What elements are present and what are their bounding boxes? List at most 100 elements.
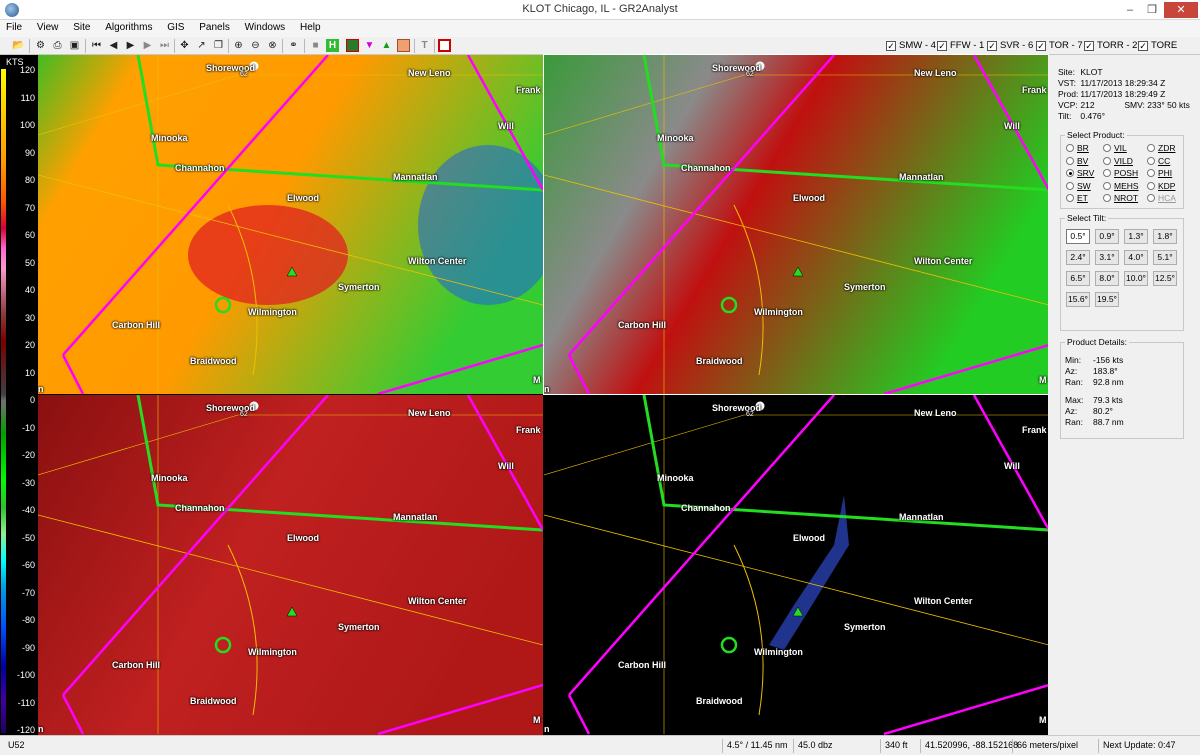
product-radio-nrot[interactable]: NROT (1103, 193, 1138, 203)
product-radio-vild[interactable]: VILD (1103, 156, 1133, 166)
hail-icon[interactable]: ▼ (363, 39, 376, 52)
warning-toggle-torr[interactable]: ✓ TORR - 2 (1084, 40, 1137, 51)
tilt-button[interactable]: 0.9° (1095, 229, 1119, 244)
legend-tick-label: -120 (16, 725, 35, 735)
text-tool-icon[interactable]: T (418, 39, 431, 52)
product-radio-br[interactable]: BR (1066, 143, 1089, 153)
stop-icon[interactable]: ■ (309, 39, 322, 52)
menu-help[interactable]: Help (294, 20, 327, 35)
radio-icon[interactable] (1103, 156, 1111, 165)
checkbox-icon[interactable]: ✓ (937, 41, 947, 51)
radio-icon[interactable] (1103, 169, 1111, 177)
mesocyclone-icon[interactable] (346, 39, 359, 52)
product-radio-srv[interactable]: SRV (1066, 168, 1094, 178)
tilt-button[interactable]: 10.0° (1124, 271, 1148, 286)
tilt-button[interactable]: 5.1° (1153, 250, 1177, 265)
checkbox-icon[interactable]: ✓ (987, 41, 997, 51)
tilt-button[interactable]: 2.4° (1066, 250, 1090, 265)
zoom-in-icon[interactable]: ⊕ (232, 39, 245, 52)
checkbox-icon[interactable]: ✓ (1138, 41, 1148, 51)
radar-panel-top-left[interactable]: Shorewood New Leno Frank Will Minooka Channah… (38, 55, 543, 394)
radio-icon[interactable] (1066, 144, 1074, 152)
menu-view[interactable]: View (31, 20, 65, 35)
tilt-button[interactable]: 19.5° (1095, 292, 1119, 307)
radio-icon[interactable] (1066, 156, 1074, 165)
tilt-button[interactable]: 1.3° (1124, 229, 1148, 244)
close-button[interactable]: ✕ (1164, 2, 1198, 18)
radio-icon[interactable] (1147, 181, 1155, 190)
product-radio-vil[interactable]: VIL (1103, 143, 1127, 153)
measure-icon[interactable]: ↗ (195, 39, 208, 52)
open-icon[interactable]: 📂 (12, 39, 25, 52)
tilt-button[interactable]: 15.6° (1066, 292, 1090, 307)
town-label-new-lenox: New Leno (408, 68, 451, 78)
town-label-frankfort: Frank (516, 425, 541, 435)
hodograph-icon[interactable]: H (326, 39, 339, 52)
storm-track-icon[interactable] (397, 39, 410, 52)
radio-icon[interactable] (1147, 156, 1155, 165)
play-icon[interactable]: ▶ (124, 39, 137, 52)
product-radio-et[interactable]: ET (1066, 193, 1088, 203)
radar-panel-bottom-right[interactable]: Shorewood New Leno Frank Will Minooka Channah… (544, 395, 1048, 735)
zoom-reset-icon[interactable]: ⊗ (266, 39, 279, 52)
product-radio-zdr[interactable]: ZDR (1147, 143, 1175, 153)
radar-panel-top-right[interactable]: Shorewood New Leno Frank Will Minooka Channah… (543, 54, 1049, 395)
next-frame-icon[interactable]: ▶ (141, 39, 154, 52)
tvs-icon[interactable]: ▲ (380, 39, 393, 52)
save-image-icon[interactable]: ▣ (68, 39, 81, 52)
tilt-button[interactable]: 3.1° (1095, 250, 1119, 265)
tilt-button[interactable]: 6.5° (1066, 271, 1090, 286)
tilt-button[interactable]: 12.5° (1153, 271, 1177, 286)
radar-panel-bottom-left[interactable]: Shorewood New Leno Frank Will Minooka Channah… (38, 395, 543, 735)
tilt-button[interactable]: 1.8° (1153, 229, 1177, 244)
radio-icon[interactable] (1103, 194, 1111, 202)
zoom-out-icon[interactable]: ⊖ (249, 39, 262, 52)
radio-icon[interactable] (1147, 169, 1155, 177)
radio-icon[interactable] (1066, 169, 1074, 177)
tilt-button[interactable]: 0.5° (1066, 229, 1090, 244)
menu-windows[interactable]: Windows (239, 20, 292, 35)
print-icon[interactable]: ⎙ (51, 39, 64, 52)
checkbox-icon[interactable]: ✓ (886, 41, 896, 51)
record-icon[interactable] (438, 39, 451, 52)
warning-toggle-tor[interactable]: ✓ TOR - 7 (1036, 40, 1083, 51)
radio-icon[interactable] (1103, 144, 1111, 152)
radar-panels[interactable]: Shorewood New Leno Frank Will Minooka Channah… (38, 54, 1049, 735)
menu-site[interactable]: Site (67, 20, 96, 35)
menu-algorithms[interactable]: Algorithms (99, 20, 158, 35)
product-radio-posh[interactable]: POSH (1103, 168, 1138, 178)
legend-tick-label: -40 (21, 505, 35, 515)
menu-panels[interactable]: Panels (193, 20, 236, 35)
tilt-button[interactable]: 4.0° (1124, 250, 1148, 265)
warning-toggle-svr[interactable]: ✓ SVR - 6 (987, 40, 1033, 51)
sample-icon[interactable]: ⚭ (287, 39, 300, 52)
min-range: 92.8 nm (1093, 377, 1124, 387)
restore-button[interactable]: ❒ (1141, 2, 1163, 18)
radio-icon[interactable] (1066, 181, 1074, 190)
radio-icon[interactable] (1066, 194, 1074, 202)
product-radio-bv[interactable]: BV (1066, 156, 1088, 166)
previous-frame-icon[interactable]: ◀ (107, 39, 120, 52)
last-frame-icon[interactable]: ⏭ (158, 39, 171, 52)
warning-toggle-ffw[interactable]: ✓ FFW - 1 (937, 40, 984, 51)
warning-toggle-tore[interactable]: ✓ TORE (1138, 40, 1177, 51)
product-radio-phi[interactable]: PHI (1147, 168, 1172, 178)
first-frame-icon[interactable]: ⏮ (90, 39, 103, 52)
tilt-button[interactable]: 8.0° (1095, 271, 1119, 286)
menu-gis[interactable]: GIS (161, 20, 190, 35)
move-icon[interactable]: ✥ (178, 39, 191, 52)
checkbox-icon[interactable]: ✓ (1084, 41, 1094, 51)
warning-toggle-smw[interactable]: ✓ SMW - 4 (886, 40, 936, 51)
minimize-button[interactable]: – (1119, 2, 1141, 18)
checkbox-icon[interactable]: ✓ (1036, 41, 1046, 51)
product-radio-kdp[interactable]: KDP (1147, 181, 1175, 191)
radio-icon[interactable] (1103, 181, 1111, 190)
product-radio-sw[interactable]: SW (1066, 181, 1091, 191)
menu-file[interactable]: File (0, 20, 28, 35)
product-radio-cc[interactable]: CC (1147, 156, 1170, 166)
radio-icon[interactable] (1147, 144, 1155, 152)
radio-icon[interactable] (1147, 194, 1155, 202)
product-radio-mehs[interactable]: MEHS (1103, 181, 1139, 191)
layers-icon[interactable]: ❐ (212, 39, 225, 52)
settings-icon[interactable]: ⚙ (34, 39, 47, 52)
